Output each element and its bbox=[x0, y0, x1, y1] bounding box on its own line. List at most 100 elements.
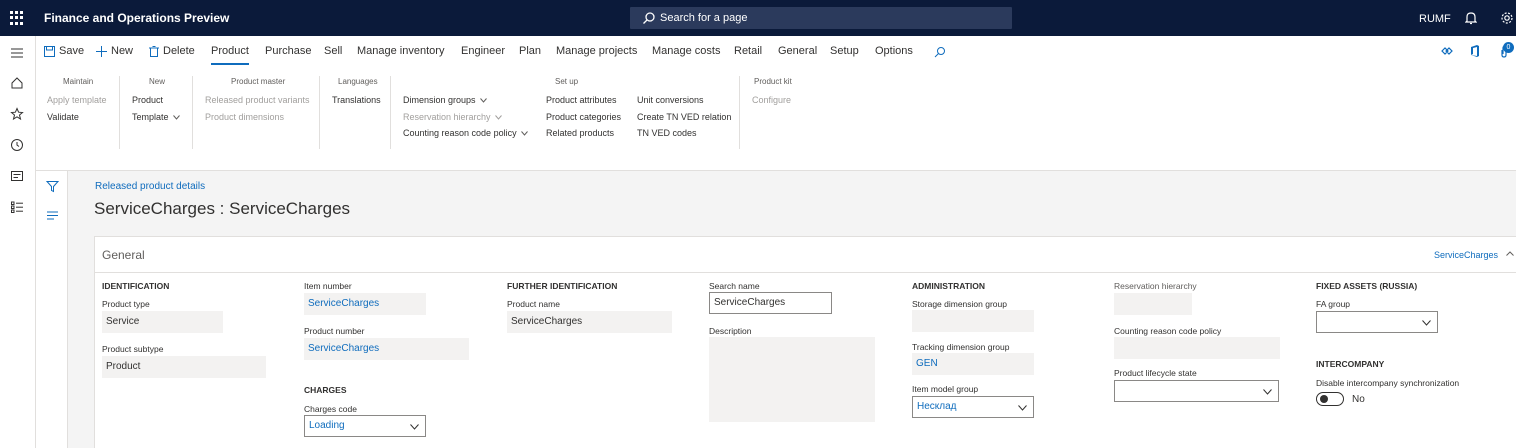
template-label: Template bbox=[132, 112, 169, 122]
company-picker[interactable]: RUMF bbox=[1419, 13, 1451, 25]
reservation-hierarchy-button[interactable]: Reservation hierarchy bbox=[403, 112, 502, 122]
fasttab-title[interactable]: General bbox=[102, 248, 145, 262]
filter-icon[interactable] bbox=[46, 180, 59, 193]
fa-group-label: FA group bbox=[1316, 299, 1351, 309]
save-icon bbox=[44, 45, 55, 57]
charges-code-value: Loading bbox=[309, 420, 345, 431]
tab-manage-costs[interactable]: Manage costs bbox=[652, 45, 720, 57]
notifications-bell-icon[interactable] bbox=[1465, 11, 1477, 25]
section-charges: CHARGES bbox=[304, 385, 347, 395]
app-launcher-icon[interactable] bbox=[10, 11, 24, 25]
new-button[interactable]: New bbox=[96, 45, 133, 57]
released-product-variants-button[interactable]: Released product variants bbox=[205, 95, 310, 105]
workspaces-icon[interactable] bbox=[10, 169, 24, 183]
tab-engineer[interactable]: Engineer bbox=[461, 45, 505, 57]
group-divider bbox=[192, 76, 193, 149]
tab-manage-projects[interactable]: Manage projects bbox=[556, 45, 637, 57]
group-divider bbox=[119, 76, 120, 149]
product-name-label: Product name bbox=[507, 299, 560, 309]
reservation-hierarchy-label: Reservation hierarchy bbox=[403, 112, 491, 122]
settings-gear-icon[interactable] bbox=[1500, 11, 1514, 25]
configure-button[interactable]: Configure bbox=[752, 95, 791, 105]
tab-product[interactable]: Product bbox=[211, 45, 249, 65]
modules-list-icon[interactable] bbox=[10, 200, 24, 214]
save-label: Save bbox=[59, 45, 85, 57]
home-icon[interactable] bbox=[10, 76, 24, 90]
chevron-down-icon bbox=[410, 424, 419, 430]
hamburger-menu-icon[interactable] bbox=[10, 46, 24, 60]
action-search-icon[interactable] bbox=[934, 46, 946, 58]
page-title: ServiceCharges : ServiceCharges bbox=[94, 199, 351, 218]
product-type-field[interactable]: Service bbox=[102, 311, 223, 333]
favorites-star-icon[interactable] bbox=[10, 107, 24, 121]
office-icon[interactable] bbox=[1468, 44, 1482, 58]
template-menu-button[interactable]: Template bbox=[132, 112, 180, 122]
storage-dimension-group-label: Storage dimension group bbox=[912, 299, 1007, 309]
tab-purchase[interactable]: Purchase bbox=[265, 45, 311, 57]
tab-sell[interactable]: Sell bbox=[324, 45, 342, 57]
tab-plan[interactable]: Plan bbox=[519, 45, 541, 57]
description-textarea[interactable] bbox=[709, 337, 875, 422]
fa-group-dropdown[interactable] bbox=[1316, 311, 1438, 333]
item-model-group-value: Несклад bbox=[917, 401, 957, 412]
translations-button[interactable]: Translations bbox=[332, 95, 381, 105]
product-lifecycle-state-label: Product lifecycle state bbox=[1114, 368, 1197, 378]
unit-conversions-button[interactable]: Unit conversions bbox=[637, 95, 704, 105]
page-search-box[interactable]: Search for a page bbox=[630, 7, 1012, 29]
group-divider bbox=[739, 76, 740, 149]
item-model-group-label: Item model group bbox=[912, 384, 979, 394]
product-categories-button[interactable]: Product categories bbox=[546, 112, 621, 122]
description-label: Description bbox=[709, 326, 752, 336]
chevron-up-icon[interactable] bbox=[1506, 251, 1514, 256]
product-number-field[interactable]: ServiceCharges bbox=[304, 338, 469, 360]
chevron-down-icon bbox=[172, 115, 180, 120]
tab-manage-inventory[interactable]: Manage inventory bbox=[357, 45, 444, 57]
search-placeholder: Search for a page bbox=[660, 12, 748, 24]
apply-template-button[interactable]: Apply template bbox=[47, 95, 107, 105]
related-products-button[interactable]: Related products bbox=[546, 128, 614, 138]
tn-ved-codes-button[interactable]: TN VED codes bbox=[637, 128, 697, 138]
tracking-dimension-group-field[interactable]: GEN bbox=[912, 353, 1034, 375]
tab-general[interactable]: General bbox=[778, 45, 817, 57]
product-attributes-button[interactable]: Product attributes bbox=[546, 95, 617, 105]
delete-button[interactable]: Delete bbox=[149, 45, 195, 57]
product-subtype-field[interactable]: Product bbox=[102, 356, 266, 378]
create-tn-ved-relation-button[interactable]: Create TN VED relation bbox=[637, 112, 731, 122]
dimension-groups-label: Dimension groups bbox=[403, 95, 476, 105]
disable-intercompany-sync-toggle[interactable] bbox=[1316, 392, 1344, 406]
top-bar: Finance and Operations Preview Search fo… bbox=[0, 0, 1516, 36]
group-title-product-master: Product master bbox=[231, 77, 286, 86]
dimension-groups-button[interactable]: Dimension groups bbox=[403, 95, 487, 105]
tracking-dimension-group-label: Tracking dimension group bbox=[912, 342, 1010, 352]
storage-dimension-group-field[interactable] bbox=[912, 310, 1034, 332]
product-dimensions-button[interactable]: Product dimensions bbox=[205, 112, 284, 122]
tab-options[interactable]: Options bbox=[875, 45, 913, 57]
item-number-field[interactable]: ServiceCharges bbox=[304, 293, 426, 315]
save-button[interactable]: Save bbox=[44, 45, 84, 57]
chevron-down-icon bbox=[494, 115, 502, 120]
group-title-languages: Languages bbox=[338, 77, 378, 86]
app-title[interactable]: Finance and Operations Preview bbox=[44, 11, 229, 25]
breadcrumb[interactable]: Released product details bbox=[95, 181, 205, 192]
connector-icon[interactable] bbox=[1440, 44, 1454, 58]
search-name-input[interactable]: ServiceCharges bbox=[709, 292, 832, 314]
product-number-label: Product number bbox=[304, 326, 365, 336]
chevron-down-icon bbox=[1422, 320, 1431, 326]
recent-clock-icon[interactable] bbox=[10, 138, 24, 152]
charges-code-dropdown[interactable]: Loading bbox=[304, 415, 426, 437]
item-number-label: Item number bbox=[304, 281, 352, 291]
reservation-hierarchy-field[interactable] bbox=[1114, 293, 1192, 315]
chevron-down-icon bbox=[1018, 405, 1027, 411]
related-info-lines-icon[interactable] bbox=[46, 209, 59, 222]
tab-retail[interactable]: Retail bbox=[734, 45, 762, 57]
product-name-field[interactable]: ServiceCharges bbox=[507, 311, 672, 333]
counting-reason-code-policy-field[interactable] bbox=[1114, 337, 1280, 359]
item-model-group-dropdown[interactable]: Несклад bbox=[912, 396, 1034, 418]
search-icon bbox=[643, 12, 655, 24]
new-product-button[interactable]: Product bbox=[132, 95, 163, 105]
counting-reason-code-policy-button[interactable]: Counting reason code policy bbox=[403, 128, 528, 138]
tab-setup[interactable]: Setup bbox=[830, 45, 859, 57]
product-lifecycle-state-dropdown[interactable] bbox=[1114, 380, 1279, 402]
validate-button[interactable]: Validate bbox=[47, 112, 79, 122]
general-fasttab: General ServiceCharges IDENTIFICATION Pr… bbox=[94, 236, 1516, 448]
